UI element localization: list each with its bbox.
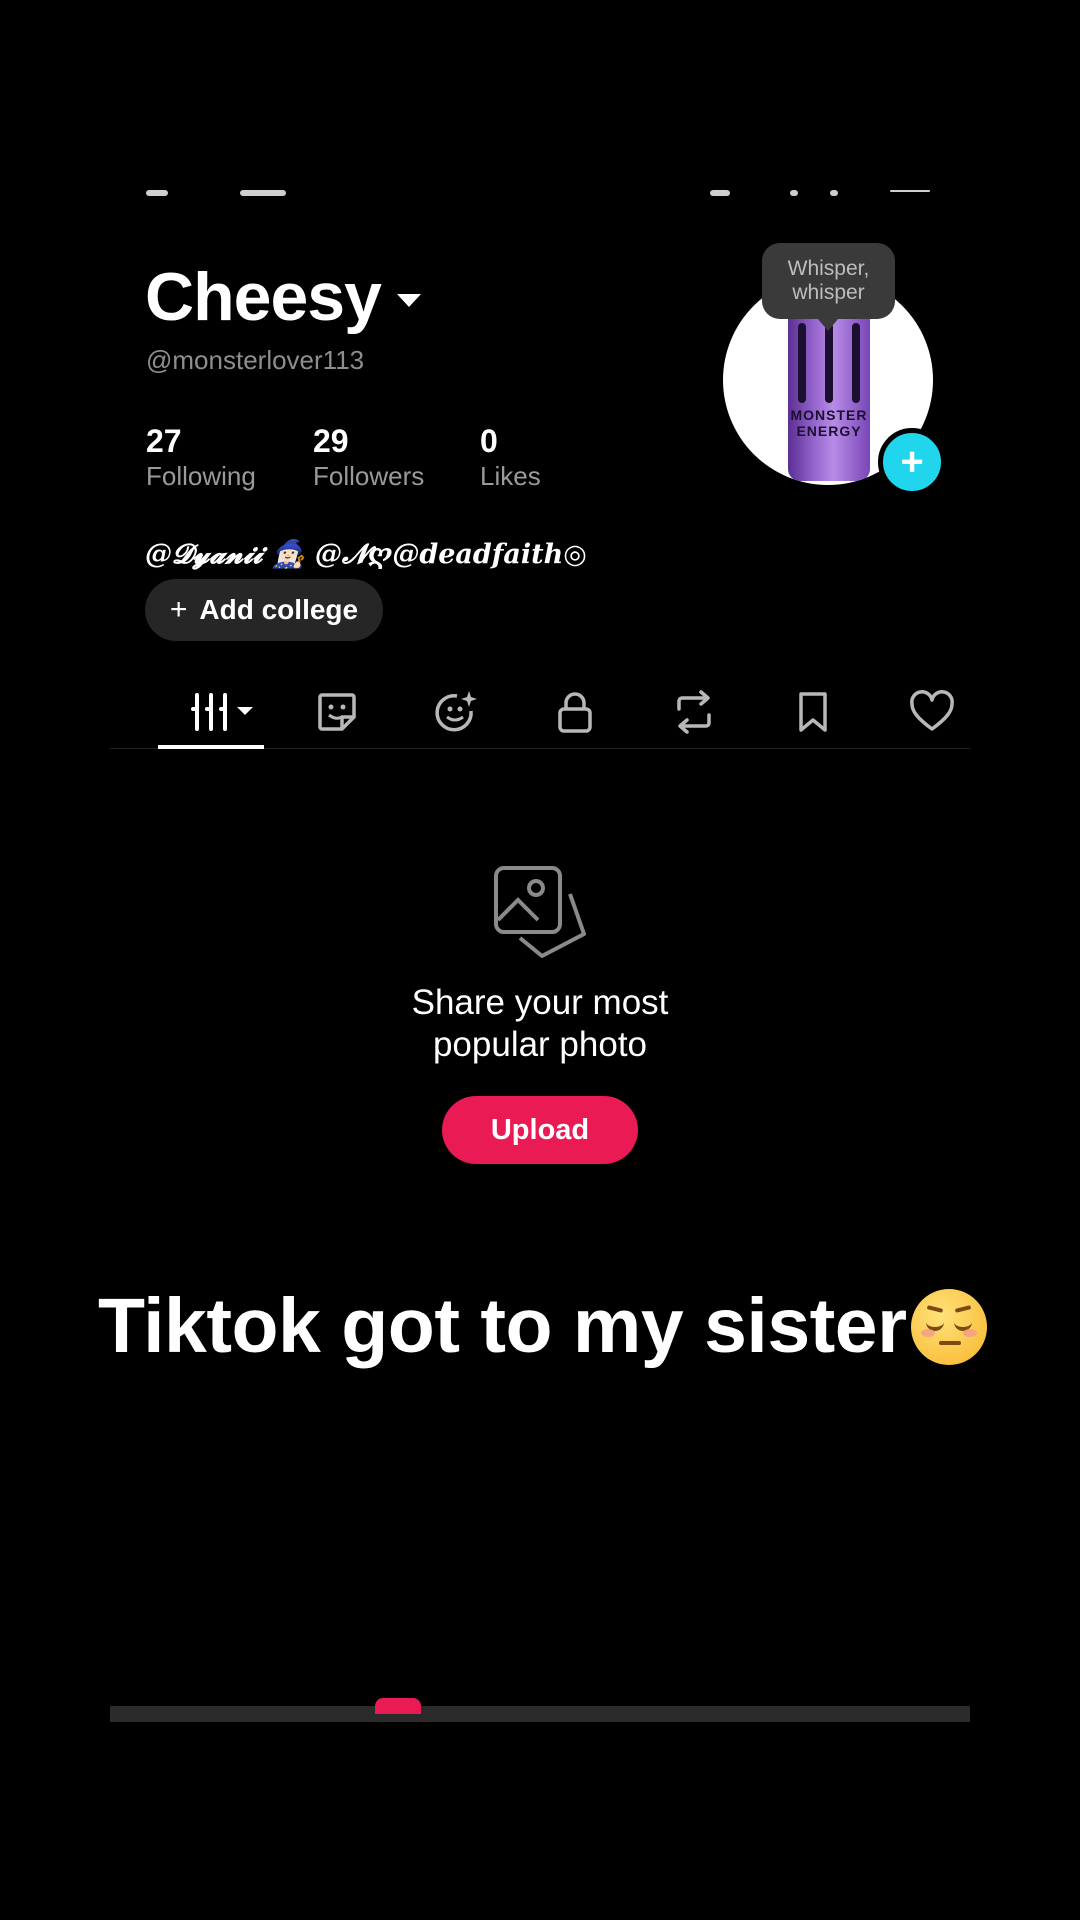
following-count: 27 xyxy=(146,423,182,459)
cropped-header-strip xyxy=(110,190,970,204)
tab-private[interactable] xyxy=(545,684,605,740)
stat-following[interactable]: 27 Following xyxy=(146,423,256,492)
photos-empty-icon xyxy=(494,866,586,958)
pensive-face-emoji-icon xyxy=(910,1288,987,1365)
add-story-plus-icon[interactable]: + xyxy=(878,428,946,496)
profile-bio: @𝓓𝔂𝓪𝓷𝓲𝓲 🧙🏻‍♀️ @𝓝ღ@deadfaith◎ xyxy=(145,539,587,570)
repost-icon xyxy=(677,690,711,734)
tab-stickers[interactable] xyxy=(307,684,367,740)
followers-label: Followers xyxy=(313,461,425,491)
can-brand-text: MONSTER ENERGY xyxy=(790,407,868,439)
whisper-tooltip[interactable]: Whisper, whisper xyxy=(762,243,895,331)
sparkle-face-icon xyxy=(435,691,477,732)
tab-reposts[interactable] xyxy=(664,684,724,740)
empty-title-line1: Share your most xyxy=(411,983,669,1022)
empty-title-line2: popular photo xyxy=(432,1025,648,1064)
whisper-line2: whisper xyxy=(792,281,865,304)
notification-badge xyxy=(375,1698,421,1714)
username: @monsterlover113 xyxy=(146,345,365,375)
upload-button[interactable]: Upload xyxy=(442,1096,638,1164)
plus-icon: + xyxy=(169,593,188,626)
lock-icon xyxy=(558,692,592,733)
followers-count: 29 xyxy=(313,423,349,459)
display-name: Cheesy xyxy=(145,259,382,335)
whisper-line1: Whisper, xyxy=(787,257,870,280)
caption-text: Tiktok got to my sister xyxy=(98,1283,907,1369)
heart-icon xyxy=(910,690,954,731)
tab-mentions[interactable] xyxy=(426,684,486,740)
empty-state-title: Share your most popular photo xyxy=(340,982,740,1066)
following-label: Following xyxy=(146,461,256,491)
tab-liked[interactable] xyxy=(902,684,962,740)
likes-label: Likes xyxy=(480,461,541,491)
stat-likes[interactable]: 0 Likes xyxy=(480,423,541,492)
grid-icon xyxy=(191,693,253,731)
add-college-label: Add college xyxy=(199,594,359,625)
tab-favorites[interactable] xyxy=(783,684,843,740)
tab-videos[interactable] xyxy=(178,684,268,740)
likes-count: 0 xyxy=(480,423,498,459)
bottom-nav-strip xyxy=(110,1698,970,1722)
stat-followers[interactable]: 29 Followers xyxy=(313,423,424,492)
overlay-caption: Tiktok got to my sister xyxy=(98,1282,987,1371)
sticker-icon xyxy=(318,693,356,731)
bookmark-icon xyxy=(799,692,827,732)
active-tab-indicator xyxy=(158,745,264,749)
add-college-button[interactable]: + Add college xyxy=(145,579,383,641)
account-switch-caret-icon[interactable] xyxy=(396,293,421,307)
profile-tabs xyxy=(110,676,970,749)
display-name-row[interactable]: Cheesy xyxy=(145,258,421,336)
